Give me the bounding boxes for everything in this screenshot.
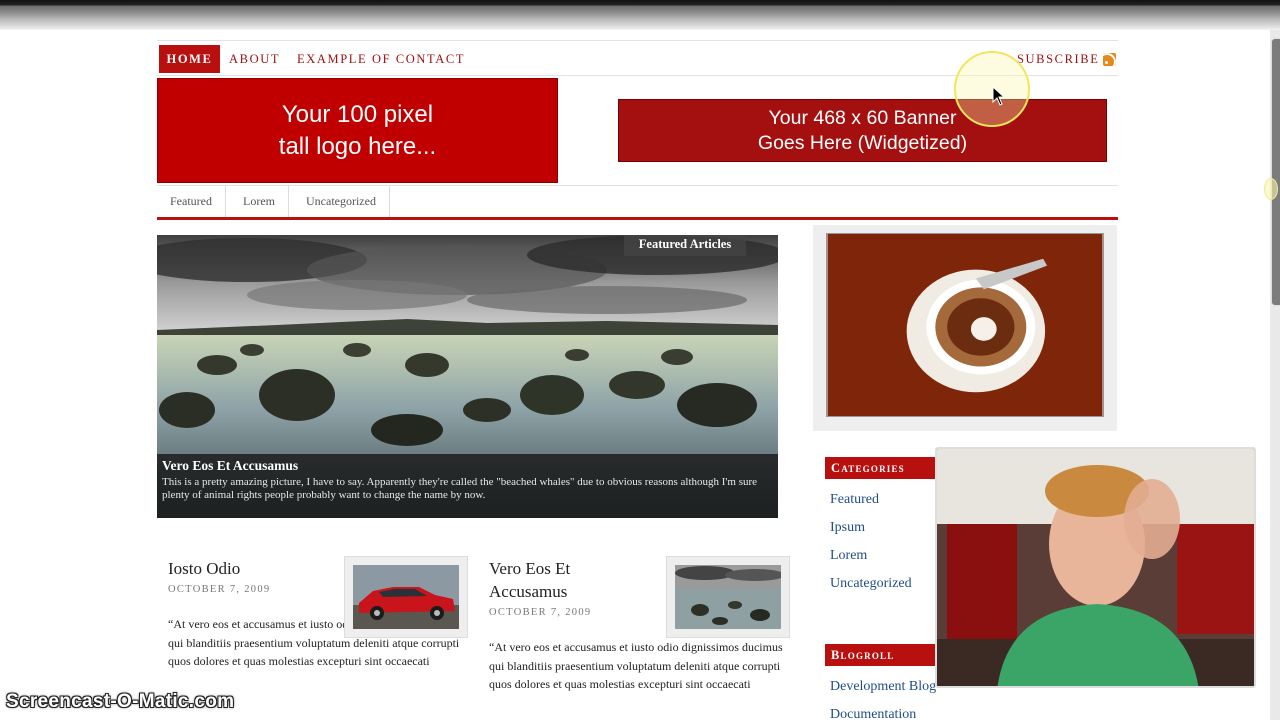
red-car-image (353, 565, 459, 629)
catnav-item-lorem[interactable]: Lorem (230, 186, 289, 217)
logo-line-2: tall logo here... (278, 133, 437, 160)
beach-stones-image (675, 565, 781, 629)
post-thumbnail[interactable] (344, 556, 468, 638)
subscribe-link[interactable]: Subscribe (1017, 45, 1099, 73)
webcam-video (937, 449, 1254, 686)
featured-caption: Vero Eos Et Accusamus This is a pretty a… (157, 454, 778, 518)
blogroll-link-development-blog[interactable]: Development Blog (830, 678, 936, 706)
post-thumbnail[interactable] (666, 556, 790, 638)
nav-home-link[interactable]: Home (159, 45, 220, 73)
featured-text: This is a pretty amazing picture, I have… (162, 476, 758, 501)
logo-line-1: Your 100 pixel (281, 101, 434, 128)
blogroll-list: Development Blog Documentation (830, 678, 936, 720)
categories-widget-title: Categories (825, 457, 935, 479)
category-link-lorem[interactable]: Lorem (830, 547, 912, 575)
category-link-uncategorized[interactable]: Uncategorized (830, 575, 912, 603)
catnav-item-featured[interactable]: Featured (157, 186, 226, 217)
coffee-cup-image[interactable] (826, 233, 1104, 417)
page-scrollbar[interactable] (1270, 30, 1280, 720)
post-excerpt: “At vero eos et accusamus et iusto odio … (489, 640, 783, 692)
categories-list: Featured Ipsum Lorem Uncategorized (830, 491, 912, 603)
category-link-ipsum[interactable]: Ipsum (830, 519, 912, 547)
featured-articles-tag: Featured Articles (624, 235, 746, 256)
featured-slider[interactable]: Featured Articles Vero Eos Et Accusamus … (157, 235, 778, 518)
webcam-overlay (935, 447, 1256, 688)
browser-chrome (0, 0, 1280, 30)
category-link-featured[interactable]: Featured (830, 491, 912, 519)
banner-line-1: Your 468 x 60 Banner (768, 107, 957, 129)
rss-icon[interactable] (1103, 53, 1116, 66)
blogroll-link-documentation[interactable]: Documentation (830, 706, 936, 720)
post-title[interactable]: Vero Eos Et Accusamus (489, 557, 649, 603)
blogroll-widget-title: Blogroll (825, 644, 935, 666)
catnav-item-uncategorized[interactable]: Uncategorized (293, 186, 390, 217)
site-logo[interactable]: Your 100 pixel tall logo here... (157, 78, 558, 183)
banner-line-2: Goes Here (Widgetized) (757, 132, 968, 154)
nav-contact-link[interactable]: Example of Contact (297, 45, 465, 73)
post-title[interactable]: Iosto Odio (168, 557, 338, 580)
nav-about-link[interactable]: About (229, 45, 280, 73)
category-navigation: Featured Lorem Uncategorized (157, 185, 1118, 220)
featured-title[interactable]: Vero Eos Et Accusamus (162, 458, 773, 474)
scrollbar-thumb[interactable] (1271, 38, 1280, 306)
edge-cursor-marker (1264, 178, 1278, 200)
recording-watermark: Screencast-O-Matic.com (6, 691, 235, 712)
mouse-cursor-icon (992, 86, 1006, 106)
sidebar-image-widget (813, 225, 1117, 431)
header-banner-ad[interactable]: Your 468 x 60 Banner Goes Here (Widgetiz… (618, 99, 1107, 162)
